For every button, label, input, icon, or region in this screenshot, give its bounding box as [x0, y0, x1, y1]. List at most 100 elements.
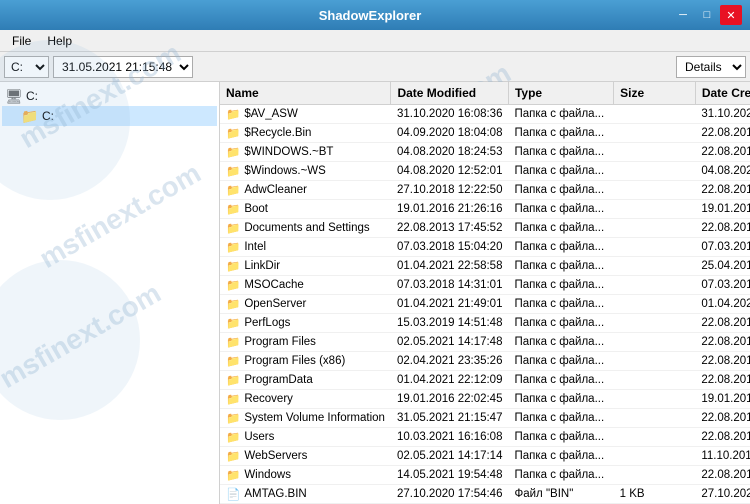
folder-icon: 📁: [226, 354, 240, 368]
folder-icon: 📁: [226, 183, 240, 197]
cell-date-modified: 15.03.2019 14:51:48: [391, 314, 509, 333]
table-row[interactable]: 📁 PerfLogs 15.03.2019 14:51:48 Папка с ф…: [220, 314, 750, 333]
table-row[interactable]: 📁 OpenServer 01.04.2021 21:49:01 Папка с…: [220, 295, 750, 314]
cell-date-created: 11.10.2019 14:: [695, 447, 750, 466]
minimize-button[interactable]: ─: [672, 5, 694, 25]
file-name: Documents and Settings: [244, 222, 369, 234]
toolbar: C: 31.05.2021 21:15:48 Details: [0, 52, 750, 82]
table-row[interactable]: 📁 Boot 19.01.2016 21:26:16 Папка с файла…: [220, 200, 750, 219]
table-row[interactable]: 📁 Program Files (x86) 02.04.2021 23:35:2…: [220, 352, 750, 371]
table-row[interactable]: 📁 $WINDOWS.~BT 04.08.2020 18:24:53 Папка…: [220, 143, 750, 162]
tree-item-c[interactable]: 📁 C:: [2, 106, 217, 126]
cell-type: Папка с файла...: [508, 409, 613, 428]
file-name: Program Files (x86): [244, 355, 345, 367]
cell-type: Папка с файла...: [508, 295, 613, 314]
file-name: Intel: [244, 241, 266, 253]
cell-date-modified: 19.01.2016 22:02:45: [391, 390, 509, 409]
cell-size: [614, 219, 696, 238]
view-selector[interactable]: Details: [676, 56, 746, 78]
cell-type: Файл "BIN": [508, 485, 613, 504]
menu-help[interactable]: Help: [39, 32, 80, 50]
cell-name: 📁 Program Files (x86): [220, 352, 391, 371]
cell-name: 📁 LinkDir: [220, 257, 391, 276]
folder-icon: 📁: [226, 392, 240, 406]
cell-type: Папка с файла...: [508, 238, 613, 257]
cell-date-modified: 02.04.2021 23:35:26: [391, 352, 509, 371]
table-row[interactable]: 📁 Program Files 02.05.2021 14:17:48 Папк…: [220, 333, 750, 352]
table-row[interactable]: 📄 AMTAG.BIN 27.10.2020 17:54:46 Файл "BI…: [220, 485, 750, 504]
folder-icon: 📁: [226, 297, 240, 311]
table-row[interactable]: 📁 Intel 07.03.2018 15:04:20 Папка с файл…: [220, 238, 750, 257]
cell-name: 📁 $AV_ASW: [220, 105, 391, 124]
col-type[interactable]: Type: [508, 82, 613, 105]
cell-name: 📁 Windows: [220, 466, 391, 485]
table-row[interactable]: 📁 Windows 14.05.2021 19:54:48 Папка с фа…: [220, 466, 750, 485]
cell-size: [614, 466, 696, 485]
cell-type: Папка с файла...: [508, 390, 613, 409]
table-row[interactable]: 📁 ProgramData 01.04.2021 22:12:09 Папка …: [220, 371, 750, 390]
drive-icon: 🖥: [6, 88, 22, 104]
file-name: AdwCleaner: [244, 184, 307, 196]
cell-name: 📁 System Volume Information: [220, 409, 391, 428]
cell-type: Папка с файла...: [508, 333, 613, 352]
cell-size: [614, 143, 696, 162]
cell-name: 📁 AdwCleaner: [220, 181, 391, 200]
cell-type: Папка с файла...: [508, 257, 613, 276]
drive-selector[interactable]: C:: [4, 56, 49, 78]
cell-date-modified: 07.03.2018 14:31:01: [391, 276, 509, 295]
cell-date-modified: 14.05.2021 19:54:48: [391, 466, 509, 485]
table-row[interactable]: 📁 $Windows.~WS 04.08.2020 12:52:01 Папка…: [220, 162, 750, 181]
cell-date-modified: 19.01.2016 21:26:16: [391, 200, 509, 219]
cell-type: Папка с файла...: [508, 314, 613, 333]
cell-name: 📁 Users: [220, 428, 391, 447]
cell-type: Папка с файла...: [508, 181, 613, 200]
file-name: Boot: [244, 203, 268, 215]
table-row[interactable]: 📁 MSOCache 07.03.2018 14:31:01 Папка с ф…: [220, 276, 750, 295]
table-row[interactable]: 📁 System Volume Information 31.05.2021 2…: [220, 409, 750, 428]
cell-date-created: 01.04.2021 21:: [695, 295, 750, 314]
file-name: PerfLogs: [244, 317, 290, 329]
cell-date-created: 22.08.2013 16:: [695, 333, 750, 352]
table-row[interactable]: 📁 Recovery 19.01.2016 22:02:45 Папка с ф…: [220, 390, 750, 409]
tree-item-drive[interactable]: 🖥 C:: [2, 86, 217, 106]
table-row[interactable]: 📁 $Recycle.Bin 04.09.2020 18:04:08 Папка…: [220, 124, 750, 143]
col-date-modified[interactable]: Date Modified: [391, 82, 509, 105]
cell-name: 📁 ProgramData: [220, 371, 391, 390]
table-row[interactable]: 📁 Users 10.03.2021 16:16:08 Папка с файл…: [220, 428, 750, 447]
file-name: $WINDOWS.~BT: [244, 146, 333, 158]
cell-type: Папка с файла...: [508, 447, 613, 466]
cell-name: 📁 Recovery: [220, 390, 391, 409]
file-name: Recovery: [244, 393, 293, 405]
table-row[interactable]: 📁 LinkDir 01.04.2021 22:58:58 Папка с фа…: [220, 257, 750, 276]
cell-name: 📁 $WINDOWS.~BT: [220, 143, 391, 162]
menu-file[interactable]: File: [4, 32, 39, 50]
title-bar: ShadowExplorer ─ □ ✕: [0, 0, 750, 30]
cell-date-modified: 04.09.2020 18:04:08: [391, 124, 509, 143]
cell-date-created: 22.08.2013 16:: [695, 352, 750, 371]
file-name: System Volume Information: [244, 412, 385, 424]
table-row[interactable]: 📁 Documents and Settings 22.08.2013 17:4…: [220, 219, 750, 238]
date-selector[interactable]: 31.05.2021 21:15:48: [53, 56, 193, 78]
col-size[interactable]: Size: [614, 82, 696, 105]
cell-type: Папка с файла...: [508, 143, 613, 162]
folder-icon: 📁: [226, 316, 240, 330]
folder-icon: 📁: [226, 221, 240, 235]
cell-size: [614, 447, 696, 466]
table-row[interactable]: 📁 WebServers 02.05.2021 14:17:14 Папка с…: [220, 447, 750, 466]
cell-date-modified: 31.10.2020 16:08:36: [391, 105, 509, 124]
cell-date-created: 22.08.2013 18:: [695, 143, 750, 162]
col-name[interactable]: Name: [220, 82, 391, 105]
folder-icon: 📁: [226, 240, 240, 254]
col-date-created[interactable]: Date Created: [695, 82, 750, 105]
cell-size: [614, 428, 696, 447]
folder-icon: 📁: [226, 278, 240, 292]
table-row[interactable]: 📁 AdwCleaner 27.10.2018 12:22:50 Папка с…: [220, 181, 750, 200]
maximize-button[interactable]: □: [696, 5, 718, 25]
cell-name: 📁 OpenServer: [220, 295, 391, 314]
folder-icon: 📁: [226, 411, 240, 425]
folder-icon: 📁: [226, 335, 240, 349]
cell-type: Папка с файла...: [508, 276, 613, 295]
close-button[interactable]: ✕: [720, 5, 742, 25]
folder-icon: 📁: [226, 430, 240, 444]
table-row[interactable]: 📁 $AV_ASW 31.10.2020 16:08:36 Папка с фа…: [220, 105, 750, 124]
